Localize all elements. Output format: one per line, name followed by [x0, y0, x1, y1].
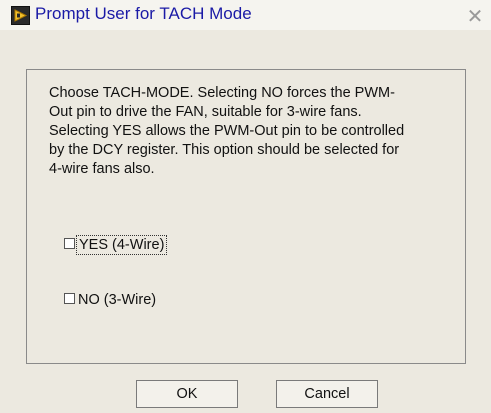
title-bar[interactable]: Prompt User for TACH Mode ✕ [0, 0, 491, 30]
option-yes-4-wire[interactable]: YES (4-Wire) [64, 235, 168, 255]
no-checkbox-label[interactable]: NO (3-Wire) [76, 291, 158, 309]
cancel-button[interactable]: Cancel [276, 380, 378, 408]
no-checkbox[interactable] [64, 293, 75, 304]
option-no-3-wire[interactable]: NO (3-Wire) [64, 290, 158, 310]
yes-checkbox-label[interactable]: YES (4-Wire) [76, 235, 168, 255]
prompt-message: Choose TACH-MODE. Selecting NO forces th… [49, 85, 405, 177]
window-title: Prompt User for TACH Mode [35, 4, 252, 23]
labview-app-icon [11, 6, 30, 25]
ok-button[interactable]: OK [136, 380, 238, 408]
dialog-window: Prompt User for TACH Mode ✕ Choose TACH-… [0, 0, 491, 413]
yes-checkbox[interactable] [64, 238, 75, 249]
close-icon[interactable]: ✕ [465, 6, 485, 26]
